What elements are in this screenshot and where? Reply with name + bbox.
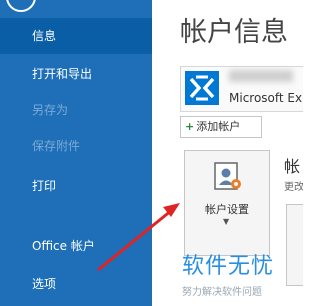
red-annotation-arrow-icon bbox=[97, 203, 180, 272]
